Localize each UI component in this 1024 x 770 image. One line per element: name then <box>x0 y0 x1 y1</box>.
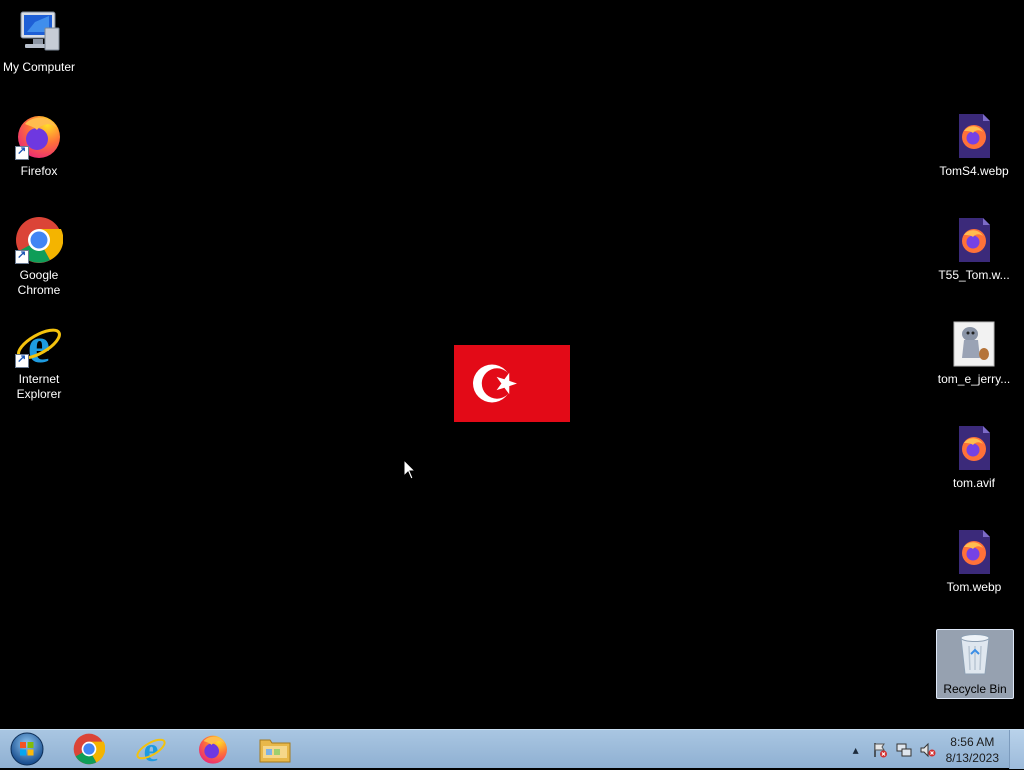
taskbar-file-explorer-button[interactable] <box>250 732 300 768</box>
svg-text:e: e <box>28 320 50 368</box>
taskbar-firefox-button[interactable] <box>188 732 238 768</box>
firefox-file-icon <box>950 216 998 264</box>
file-explorer-icon <box>258 734 292 767</box>
image-thumbnail-icon <box>950 320 998 368</box>
desktop-icon-label: TomS4.webp <box>939 164 1009 178</box>
start-orb-icon <box>9 731 45 770</box>
desktop-file-tom-webp[interactable]: Tom.webp <box>935 528 1013 595</box>
internet-explorer-icon: e <box>15 317 63 373</box>
chrome-icon <box>73 733 106 768</box>
chrome-icon <box>15 216 64 264</box>
desktop-icon-recycle-bin[interactable]: Recycle Bin <box>936 629 1014 699</box>
shortcut-arrow-icon <box>15 248 29 264</box>
firefox-file-icon <box>950 424 998 472</box>
desktop-icon-label: tom_e_jerry... <box>937 372 1011 386</box>
clock-time: 8:56 AM <box>950 734 995 749</box>
firefox-icon <box>15 112 63 160</box>
system-tray: ▴ 8:56 AM 8/13/2023 <box>844 730 1024 769</box>
shortcut-arrow-icon <box>15 352 29 368</box>
desktop-file-t55-tom[interactable]: T55_Tom.w... <box>935 216 1013 283</box>
desktop-icon-label: T55_Tom.w... <box>938 268 1010 282</box>
volume-muted-icon[interactable] <box>919 741 937 759</box>
taskbar-clock[interactable]: 8:56 AM 8/13/2023 <box>946 734 999 766</box>
firefox-file-icon <box>950 112 998 160</box>
desktop-file-toms4-webp[interactable]: TomS4.webp <box>935 112 1013 179</box>
firefox-icon <box>197 733 229 768</box>
taskbar-internet-explorer-button[interactable]: e <box>126 732 176 769</box>
svg-text:e: e <box>144 733 159 765</box>
desktop-icon-label: Firefox <box>20 164 58 178</box>
start-button[interactable] <box>2 732 52 768</box>
desktop-icon-google-chrome[interactable]: Google Chrome <box>0 216 78 298</box>
desktop-icon-label: Tom.webp <box>946 580 1002 594</box>
desktop-file-tom-e-jerry[interactable]: tom_e_jerry... <box>935 320 1013 387</box>
taskbar-chrome-button[interactable] <box>64 732 114 768</box>
desktop-icon-label: Recycle Bin <box>943 682 1007 696</box>
taskbar: e ▴ 8:56 AM 8/13/2023 <box>0 729 1024 769</box>
desktop-icon-label: Google Chrome <box>17 268 61 297</box>
mouse-cursor-icon <box>403 458 417 483</box>
desktop-icon-label: Internet Explorer <box>16 372 62 401</box>
action-center-flag-icon[interactable] <box>871 741 889 759</box>
desktop-file-tom-avif[interactable]: tom.avif <box>935 424 1013 491</box>
computer-icon <box>15 8 63 56</box>
firefox-file-icon <box>950 528 998 576</box>
shortcut-arrow-icon <box>15 144 29 160</box>
clock-date: 8/13/2023 <box>945 750 999 765</box>
desktop-icon-firefox[interactable]: Firefox <box>0 112 78 179</box>
desktop-icon-my-computer[interactable]: My Computer <box>0 8 78 75</box>
recycle-bin-icon <box>951 630 999 678</box>
internet-explorer-icon: e <box>135 732 167 769</box>
desktop-icon-internet-explorer[interactable]: e Internet Explorer <box>0 317 78 402</box>
desktop-icon-label: tom.avif <box>952 476 995 490</box>
show-desktop-button[interactable] <box>1009 730 1024 769</box>
show-hidden-icons-arrow[interactable]: ▴ <box>847 741 865 759</box>
network-icon[interactable] <box>895 741 913 759</box>
turkish-flag <box>454 345 570 422</box>
desktop-icon-label: My Computer <box>2 60 76 74</box>
